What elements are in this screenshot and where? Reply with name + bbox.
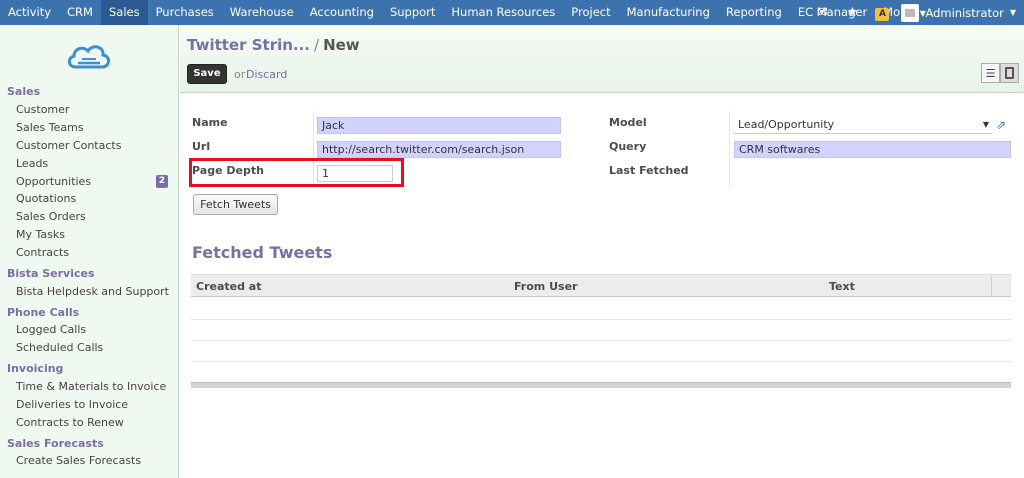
sidebar-item-sales-orders[interactable]: Sales Orders (16, 210, 174, 223)
warning-badge: A (875, 7, 890, 21)
sidebar-section-phone-calls: Phone Calls (7, 306, 80, 319)
main-menu: Activity CRM Sales Purchases Warehouse A… (0, 0, 934, 25)
sidebar-item-my-tasks[interactable]: My Tasks (16, 228, 174, 241)
name-label: Name (192, 116, 228, 129)
menu-sales[interactable]: Sales (100, 0, 148, 25)
sidebar-item-contracts[interactable]: Contracts (16, 246, 174, 259)
sidebar-item-customer-contacts[interactable]: Customer Contacts (16, 139, 174, 152)
table-row (191, 319, 1011, 320)
breadcrumb-current: New (323, 36, 360, 54)
cloud-logo-icon[interactable] (64, 41, 114, 75)
menu-support[interactable]: Support (382, 0, 443, 25)
sidebar-item-leads[interactable]: Leads (16, 157, 174, 170)
form-header: Twitter Strin... / New Save or Discard ☰ (180, 25, 1024, 93)
fetched-tweets-title: Fetched Tweets (192, 243, 333, 262)
table-row (191, 340, 1011, 341)
sidebar-item-opportunities[interactable]: Opportunities 2 (16, 175, 174, 188)
breadcrumb-separator: / (314, 36, 320, 54)
fetch-tweets-button[interactable]: Fetch Tweets (193, 194, 278, 215)
main-content: Twitter Strin... / New Save or Discard ☰ N… (180, 25, 1024, 478)
column-from-user[interactable]: From User (514, 280, 577, 293)
sidebar-item-customer[interactable]: Customer (16, 103, 174, 116)
sidebar-item-sales-teams[interactable]: Sales Teams (16, 121, 174, 134)
sidebar-section-bista-services: Bista Services (7, 267, 95, 280)
sidebar-item-time-materials[interactable]: Time & Materials to Invoice (16, 380, 174, 393)
sidebar-section-sales-forecasts: Sales Forecasts (7, 437, 104, 450)
sidebar-section-invoicing: Invoicing (7, 362, 64, 375)
menu-accounting[interactable]: Accounting (302, 0, 382, 25)
model-select-value: Lead/Opportunity (738, 118, 835, 131)
column-spacer (991, 275, 1011, 297)
form-view-icon[interactable] (1000, 63, 1019, 83)
model-label: Model (609, 116, 647, 129)
star-icon[interactable]: ★ (837, 5, 867, 20)
field-divider (729, 111, 730, 187)
sidebar-item-deliveries[interactable]: Deliveries to Invoice (16, 398, 174, 411)
sidebar-item-label: Opportunities (16, 175, 92, 188)
sidebar-section-sales: Sales (7, 85, 41, 98)
user-menu[interactable]: Administrator (925, 6, 1003, 20)
table-row (191, 361, 1011, 362)
url-label: Url (192, 140, 211, 153)
top-navbar: Activity CRM Sales Purchases Warehouse A… (0, 0, 1024, 25)
menu-crm[interactable]: CRM (59, 0, 101, 25)
menu-warehouse[interactable]: Warehouse (222, 0, 302, 25)
menu-purchases[interactable]: Purchases (148, 0, 222, 25)
menu-project[interactable]: Project (563, 0, 618, 25)
count-badge: 2 (155, 175, 168, 188)
last-fetched-label: Last Fetched (609, 164, 689, 177)
warning-icon[interactable]: A (867, 5, 897, 21)
tweets-table-header: Created at From User Text (191, 275, 1011, 297)
avatar[interactable] (901, 3, 920, 22)
list-view-icon[interactable]: ☰ (981, 63, 1000, 83)
chevron-down-icon[interactable]: ▼ (1010, 8, 1016, 17)
menu-reporting[interactable]: Reporting (718, 0, 790, 25)
breadcrumb: Twitter Strin... / New (187, 36, 360, 54)
sidebar: Sales Customer Sales Teams Customer Cont… (0, 25, 179, 478)
query-field[interactable]: CRM softwares (734, 141, 1011, 158)
sidebar-item-scheduled-calls[interactable]: Scheduled Calls (16, 341, 174, 354)
sidebar-item-quotations[interactable]: Quotations (16, 192, 174, 205)
highlight-box (189, 158, 404, 187)
model-select[interactable]: Lead/Opportunity ▼ (734, 117, 992, 134)
discard-link[interactable]: Discard (246, 68, 287, 81)
sidebar-item-create-forecasts[interactable]: Create Sales Forecasts (16, 454, 174, 467)
external-link-icon[interactable]: ⇗ (996, 118, 1006, 132)
breadcrumb-parent[interactable]: Twitter Strin... (187, 36, 310, 54)
table-footer (191, 382, 1011, 388)
column-text[interactable]: Text (829, 280, 855, 293)
systray: ✉ ★ A Administrator ▼ (807, 0, 1024, 25)
name-field[interactable]: Jack (317, 117, 561, 134)
column-created-at[interactable]: Created at (196, 280, 261, 293)
save-button[interactable]: Save (187, 64, 227, 84)
mail-icon[interactable]: ✉ (807, 5, 837, 20)
or-text: or (234, 68, 246, 81)
url-field[interactable]: http://search.twitter.com/search.json (317, 141, 561, 158)
sidebar-item-contracts-renew[interactable]: Contracts to Renew (16, 416, 174, 429)
menu-manufacturing[interactable]: Manufacturing (619, 0, 718, 25)
chevron-down-icon: ▼ (982, 120, 989, 129)
menu-human-resources[interactable]: Human Resources (443, 0, 563, 25)
view-switcher: ☰ (981, 63, 1019, 83)
query-label: Query (609, 140, 647, 153)
sidebar-item-bista-helpdesk[interactable]: Bista Helpdesk and Support (16, 285, 174, 298)
menu-activity[interactable]: Activity (0, 0, 59, 25)
sidebar-item-logged-calls[interactable]: Logged Calls (16, 323, 174, 336)
